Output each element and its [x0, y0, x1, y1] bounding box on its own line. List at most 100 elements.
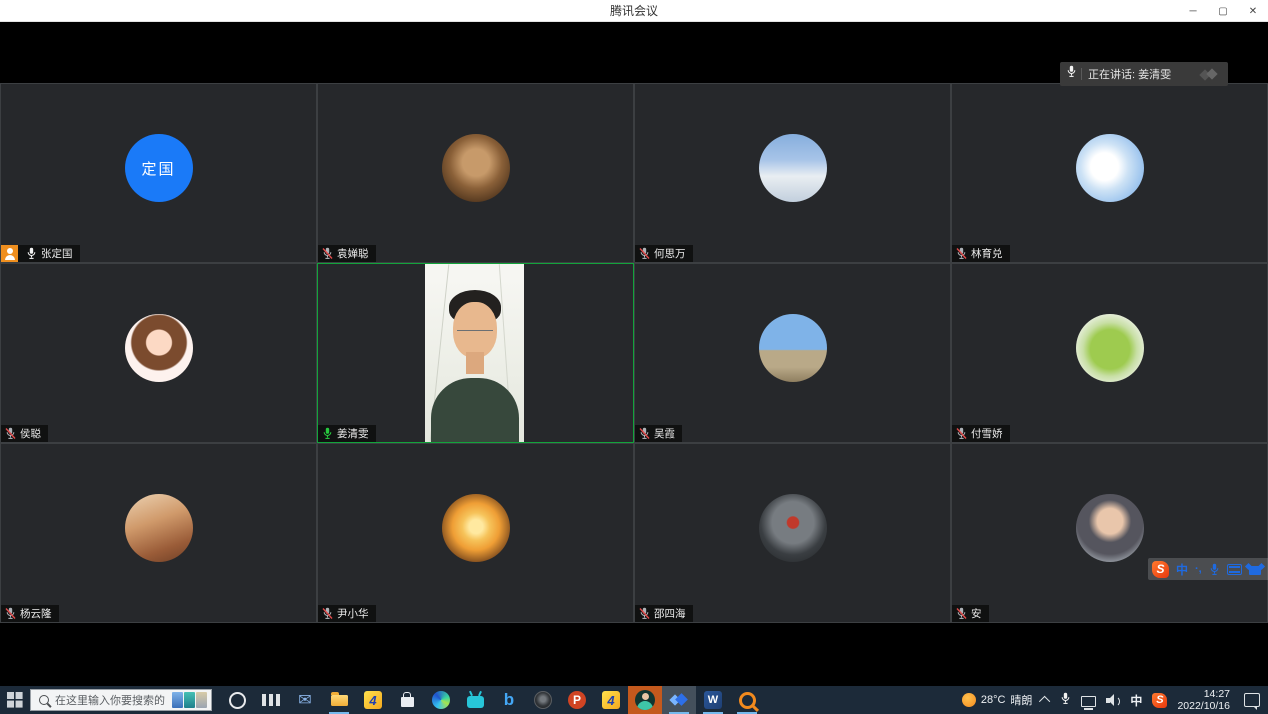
participant-name: 安 [971, 606, 982, 621]
participant-avatar [1076, 314, 1144, 382]
window-controls: ─ ▢ ✕ [1178, 0, 1268, 22]
participant-grid: 定国张定国袁婵聪何思万林育兑侯聪姜清雯吴霞付雪娇杨云隆尹小华邵四海安 [0, 83, 1268, 623]
participant-name-tag: 姜清雯 [318, 425, 376, 442]
participant-name: 袁婵聪 [337, 246, 369, 261]
meeting-stage: 正在讲话: 姜清雯 定国张定国袁婵聪何思万林育兑侯聪姜清雯吴霞付雪娇杨云隆尹小华… [0, 22, 1268, 686]
video-person-neck [466, 352, 484, 374]
mic-status-icon [956, 607, 967, 620]
skin-icon[interactable] [1249, 564, 1261, 575]
search-highlight-thumbnails[interactable] [172, 692, 207, 708]
participant-tile[interactable]: 尹小华 [317, 443, 634, 623]
network-icon[interactable] [1081, 696, 1096, 707]
sogou-tray-icon[interactable]: S [1152, 693, 1167, 708]
participant-video [425, 264, 524, 442]
participant-tile[interactable]: 付雪娇 [951, 263, 1268, 443]
ms-store-icon [401, 697, 414, 707]
participant-name-tag: 林育兑 [952, 245, 1010, 262]
participant-tile[interactable]: 安 [951, 443, 1268, 623]
reader-4-icon: 4 [602, 691, 620, 709]
weather-temp: 28°C [981, 694, 1006, 706]
participant-name: 杨云隆 [20, 606, 52, 621]
task-view-icon [269, 694, 273, 706]
participant-tile[interactable]: 姜清雯 [317, 263, 634, 443]
taskbar-search-input[interactable]: 在这里输入你要搜索的内容 [30, 689, 212, 711]
maximize-button[interactable]: ▢ [1208, 0, 1238, 22]
mic-status-icon [639, 247, 650, 260]
taskbar-app-camera-dial[interactable] [526, 686, 560, 714]
participant-avatar [125, 314, 193, 382]
ime-mode-chinese[interactable]: 中 [1176, 561, 1188, 578]
contact-avatar-icon [635, 690, 655, 710]
windows-taskbar: 在这里输入你要搜索的内容 ✉4bP4W 28°C 晴朗 中 S 14:27 20… [0, 686, 1268, 714]
participant-tile[interactable]: 袁婵聪 [317, 83, 634, 263]
voice-input-icon[interactable] [1209, 563, 1220, 576]
clock[interactable]: 14:27 2022/10/16 [1177, 688, 1230, 712]
participant-tile[interactable]: 何思万 [634, 83, 951, 263]
tv-box-icon [467, 696, 484, 708]
cortana-icon [229, 692, 246, 709]
tray-date: 2022/10/16 [1177, 700, 1230, 712]
sogou-ime-toolbar[interactable]: S 中 ·, [1148, 558, 1268, 580]
taskbar-app-stock-4[interactable]: 4 [356, 686, 390, 714]
taskbar-app-file-explorer[interactable] [322, 686, 356, 714]
taskbar-app-contact-avatar[interactable] [628, 686, 662, 714]
taskbar-app-word[interactable]: W [696, 686, 730, 714]
participant-tile[interactable]: 定国张定国 [0, 83, 317, 263]
participant-avatar: 定国 [125, 134, 193, 202]
video-person-shirt [431, 378, 519, 442]
participant-name-tag: 安 [952, 605, 989, 622]
participant-name-tag: 张定国 [1, 245, 80, 262]
mic-status-icon [322, 247, 333, 260]
tencent-meeting-icon [669, 690, 689, 710]
search-icon [39, 695, 49, 705]
mic-status-icon [956, 247, 967, 260]
minimize-button[interactable]: ─ [1178, 0, 1208, 22]
soft-keyboard-icon[interactable] [1227, 564, 1242, 575]
volume-icon[interactable] [1106, 694, 1120, 706]
action-center-icon[interactable] [1244, 693, 1260, 707]
taskbar-app-tv-box[interactable] [458, 686, 492, 714]
participant-name-tag: 袁婵聪 [318, 245, 376, 262]
weather-desc: 晴朗 [1010, 692, 1032, 708]
speaking-indicator-text: 正在讲话: 姜清雯 [1088, 66, 1198, 82]
taskbar-app-cortana[interactable] [220, 686, 254, 714]
taskbar-app-powerpoint[interactable]: P [560, 686, 594, 714]
participant-tile[interactable]: 林育兑 [951, 83, 1268, 263]
system-tray: 28°C 晴朗 中 S 14:27 2022/10/16 [962, 686, 1268, 714]
taskbar-app-bing[interactable]: b [492, 686, 526, 714]
taskbar-app-task-view[interactable] [254, 686, 288, 714]
taskbar-app-edge[interactable] [424, 686, 458, 714]
punctuation-icon[interactable]: ·, [1195, 563, 1202, 575]
host-badge-icon [1, 245, 18, 262]
taskbar-app-ms-store[interactable] [390, 686, 424, 714]
participant-tile[interactable]: 吴霞 [634, 263, 951, 443]
participant-tile[interactable]: 侯聪 [0, 263, 317, 443]
mic-status-icon [639, 607, 650, 620]
participant-name-tag: 邵四海 [635, 605, 693, 622]
mic-status-icon [639, 427, 650, 440]
participant-avatar [759, 314, 827, 382]
participant-avatar [442, 134, 510, 202]
participant-tile[interactable]: 邵四海 [634, 443, 951, 623]
taskbar-app-tencent-meeting[interactable] [662, 686, 696, 714]
close-button[interactable]: ✕ [1238, 0, 1268, 22]
ime-language-indicator[interactable]: 中 [1130, 692, 1142, 709]
search-placeholder: 在这里输入你要搜索的内容 [55, 692, 166, 708]
taskbar-app-reader-4[interactable]: 4 [594, 686, 628, 714]
file-explorer-icon [331, 695, 348, 706]
taskbar-app-everything-search[interactable] [730, 686, 764, 714]
weather-widget[interactable]: 28°C 晴朗 [962, 692, 1033, 708]
powerpoint-icon: P [568, 691, 586, 709]
edge-icon [432, 691, 450, 709]
sogou-logo-icon[interactable]: S [1152, 561, 1169, 578]
tray-microphone-icon[interactable] [1060, 692, 1071, 708]
taskbar-app-mail[interactable]: ✉ [288, 686, 322, 714]
start-button[interactable] [0, 686, 30, 714]
participant-name: 张定国 [41, 246, 73, 261]
speaking-indicator: 正在讲话: 姜清雯 [1060, 62, 1228, 86]
participant-name-tag: 何思万 [635, 245, 693, 262]
tray-overflow-chevron-icon[interactable] [1039, 696, 1050, 707]
mail-icon: ✉ [298, 690, 311, 710]
participant-name: 付雪娇 [971, 426, 1003, 441]
participant-tile[interactable]: 杨云隆 [0, 443, 317, 623]
